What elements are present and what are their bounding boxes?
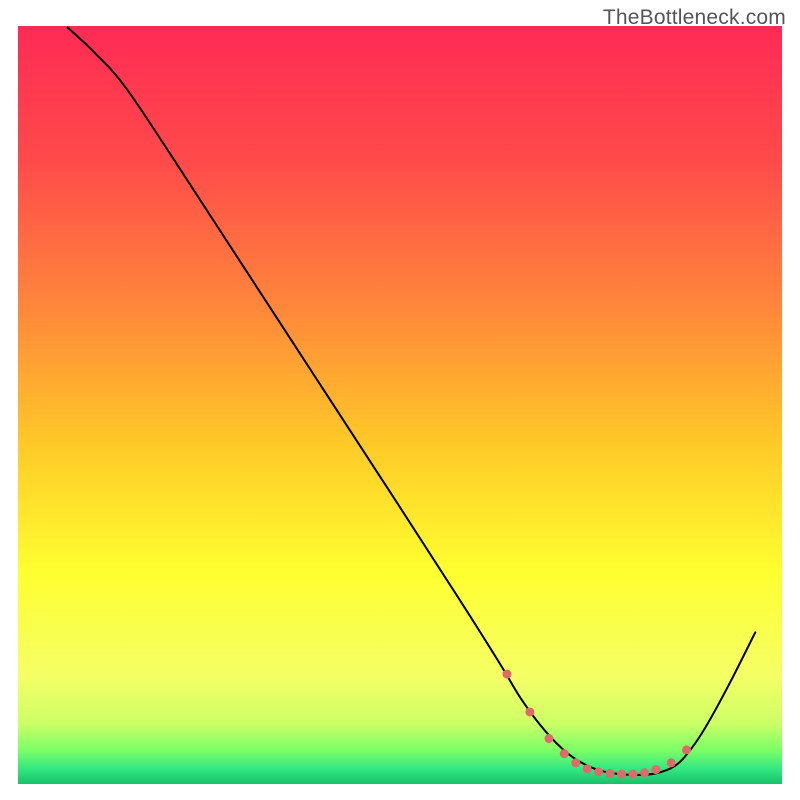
watermark-text: TheBottleneck.com [603,6,786,30]
bottleneck-chart [0,0,800,800]
gradient-background [18,26,782,784]
chart-container: TheBottleneck.com [0,0,800,800]
